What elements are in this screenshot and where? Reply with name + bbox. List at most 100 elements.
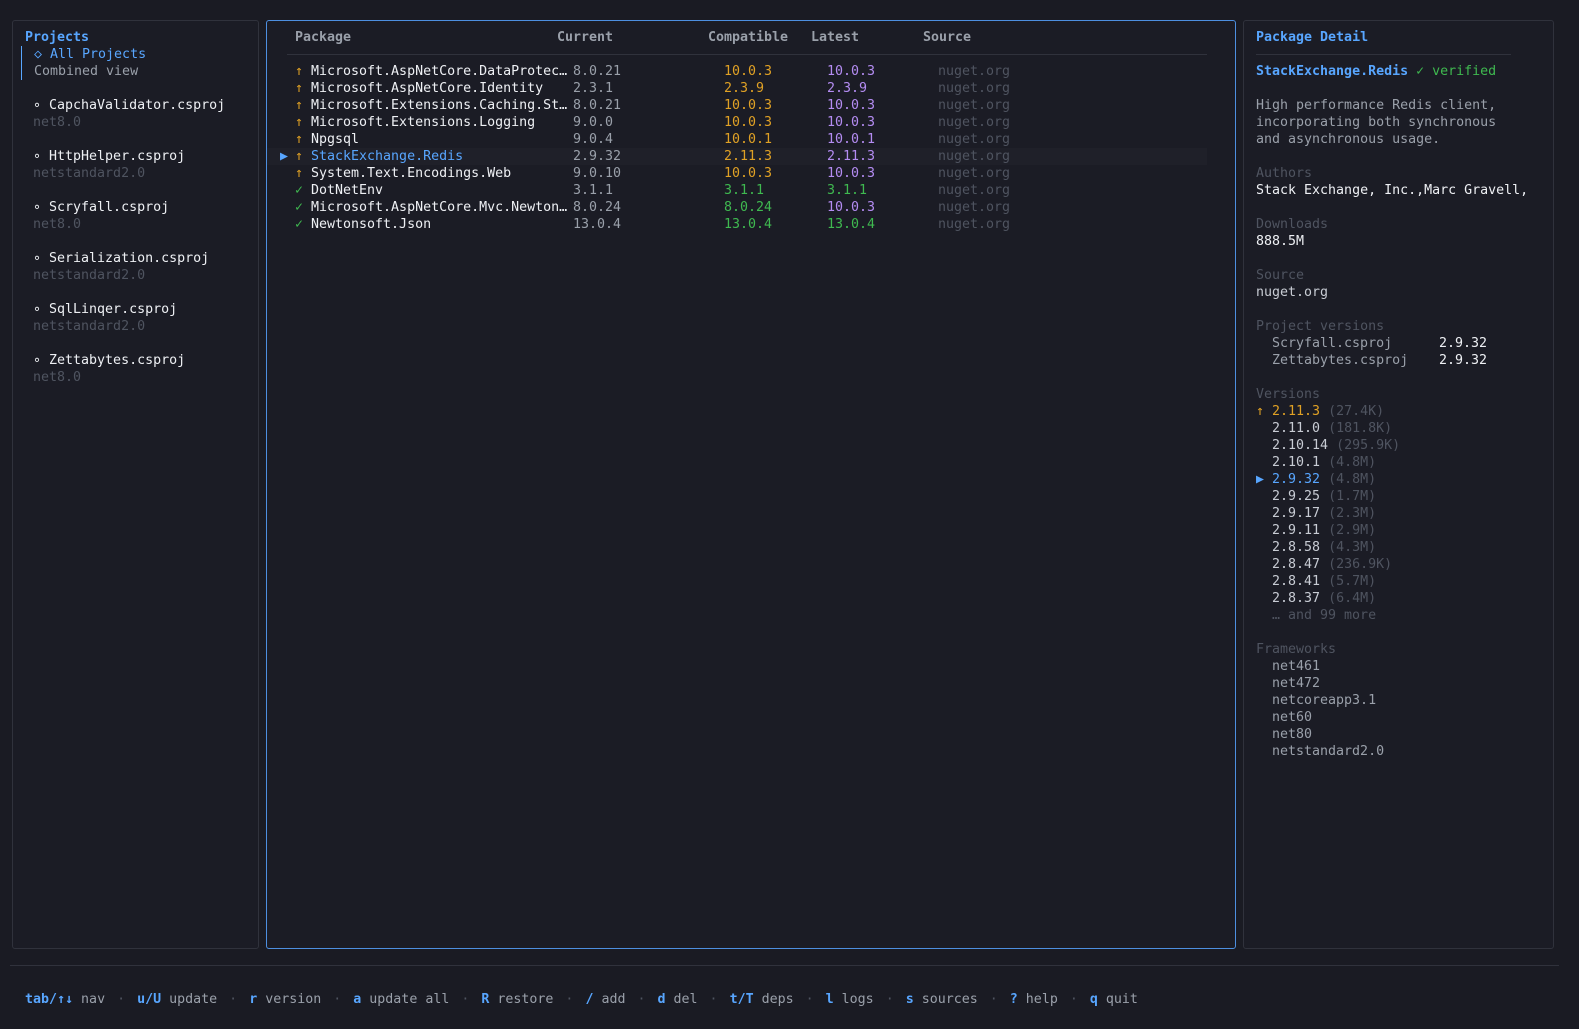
project-item[interactable]: ∘ Zettabytes.csproj net8.0 <box>25 352 258 386</box>
version-item[interactable]: 2.8.47 (236.9K) <box>1256 556 1553 573</box>
combined-view-label: Combined view <box>34 64 139 79</box>
more-versions[interactable]: … and 99 more <box>1256 607 1553 624</box>
compatible-version: 10.0.3 <box>724 115 773 130</box>
header-current[interactable]: Current <box>557 29 613 46</box>
version-downloads: (181.8K) <box>1320 421 1393 436</box>
table-row[interactable]: ✓ DotNetEnv 3.1.1 3.1.1 3.1.1 nuget.org <box>267 182 1207 199</box>
all-projects-item[interactable]: ◇ All Projects Combined view <box>21 46 258 80</box>
shortcut-key: s <box>905 992 914 1007</box>
version-item[interactable]: 2.8.41 (5.7M) <box>1256 573 1553 590</box>
version-item[interactable]: 2.10.1 (4.8M) <box>1256 454 1553 471</box>
table-row[interactable]: ✓ Newtonsoft.Json 13.0.4 13.0.4 13.0.4 nuget.… <box>267 216 1207 233</box>
arrow-up-icon: ↑ <box>295 166 304 181</box>
project-item[interactable]: ∘ HttpHelper.csproj netstandard2.0 <box>25 148 258 182</box>
version-item[interactable]: ▶ 2.9.32 (4.8M) <box>1256 471 1553 488</box>
shortcut-logs[interactable]: l logs <box>826 992 874 1007</box>
version-downloads: (295.9K) <box>1328 438 1401 453</box>
project-item[interactable]: ∘ CapchaValidator.csproj net8.0 <box>25 97 258 131</box>
package-source: nuget.org <box>938 217 1011 232</box>
source-value: nuget.org <box>1256 285 1329 300</box>
version-item[interactable]: ↑ 2.11.3 (27.4K) <box>1256 403 1553 420</box>
shortcut-version[interactable]: r version <box>249 992 321 1007</box>
project-framework: net8.0 <box>25 370 82 385</box>
version-item[interactable]: 2.9.25 (1.7M) <box>1256 488 1553 505</box>
shortcut-separator: · <box>461 992 470 1007</box>
table-row[interactable]: ↑ Microsoft.AspNetCore.DataProtec… 8.0.21 1… <box>267 63 1207 80</box>
compatible-version: 10.0.3 <box>724 166 773 181</box>
shortcut-label: restore <box>489 992 554 1007</box>
version-number: 2.8.47 <box>1272 557 1321 572</box>
shortcut-key: q <box>1089 992 1098 1007</box>
version-item[interactable]: 2.9.11 (2.9M) <box>1256 522 1553 539</box>
header-compatible[interactable]: Compatible <box>708 29 788 46</box>
versions-list: ↑ 2.11.3 (27.4K) 2.11.0 (181.8K) 2.10.14… <box>1256 403 1553 607</box>
shortcut-update-all[interactable]: a update all <box>353 992 449 1007</box>
version-number: 2.8.41 <box>1272 574 1321 589</box>
header-latest[interactable]: Latest <box>811 29 859 46</box>
project-name: Scryfall.csproj <box>1272 336 1393 351</box>
downloads-label: Downloads <box>1256 217 1329 232</box>
project-item[interactable]: ∘ SqlLinqer.csproj netstandard2.0 <box>25 301 258 335</box>
version-number: 2.8.37 <box>1272 591 1321 606</box>
shortcut-help[interactable]: ? help <box>1010 992 1058 1007</box>
marker <box>1256 574 1272 589</box>
shortcut-update[interactable]: u/U update <box>137 992 217 1007</box>
shortcut-bar: tab/↑↓ nav · u/U update · r version · a update… <box>25 991 1138 1008</box>
table-row[interactable]: ✓ Microsoft.AspNetCore.Mvc.Newton… 8.0.24 8… <box>267 199 1207 216</box>
table-row[interactable]: ↑ Microsoft.AspNetCore.Identity 2.3.1 2.3.9… <box>267 80 1207 97</box>
package-source: nuget.org <box>938 149 1011 164</box>
version-item[interactable]: 2.9.17 (2.3M) <box>1256 505 1553 522</box>
table-row[interactable]: ↑ Microsoft.Extensions.Caching.St… 8.0.21 1… <box>267 97 1207 114</box>
version-item[interactable]: 2.10.14 (295.9K) <box>1256 437 1553 454</box>
shortcut-sources[interactable]: s sources <box>906 992 978 1007</box>
project-item[interactable]: ∘ Serialization.csproj netstandard2.0 <box>25 250 258 284</box>
table-row[interactable]: ↑ Npgsql 9.0.4 10.0.1 10.0.1 nuget.org <box>267 131 1207 148</box>
shortcut-add[interactable]: / add <box>585 992 625 1007</box>
table-row[interactable]: ↑ Microsoft.Extensions.Logging 9.0.0 10.0.3… <box>267 114 1207 131</box>
package-name: Microsoft.Extensions.Caching.St… <box>311 98 568 113</box>
current-version: 8.0.24 <box>573 200 622 215</box>
header-source[interactable]: Source <box>923 29 971 46</box>
project-name: ∘ Zettabytes.csproj <box>25 353 186 368</box>
shortcut-nav[interactable]: tab/↑↓ nav <box>25 992 105 1007</box>
project-version-row: Zettabytes.csproj 2.9.32 <box>1256 352 1553 369</box>
marker <box>1256 557 1272 572</box>
shortcut-restore[interactable]: R restore <box>481 992 553 1007</box>
table-row[interactable]: ↑ System.Text.Encodings.Web 9.0.10 10.0.3 10… <box>267 165 1207 182</box>
package-source: nuget.org <box>938 115 1011 130</box>
version-item[interactable]: 2.11.0 (181.8K) <box>1256 420 1553 437</box>
authors-value: Stack Exchange, Inc.,Marc Gravell, <box>1256 183 1529 198</box>
shortcut-label: quit <box>1097 992 1138 1007</box>
package-name: Microsoft.AspNetCore.Identity <box>311 81 544 96</box>
version-item[interactable]: 2.8.37 (6.4M) <box>1256 590 1553 607</box>
project-list: ∘ CapchaValidator.csproj net8.0 ∘ HttpHe… <box>25 80 258 386</box>
version-item[interactable]: 2.8.58 (4.3M) <box>1256 539 1553 556</box>
shortcut-del[interactable]: d del <box>658 992 698 1007</box>
compatible-version: 2.3.9 <box>724 81 765 96</box>
project-framework: netstandard2.0 <box>25 268 146 283</box>
version-downloads: (2.9M) <box>1320 523 1377 538</box>
shortcut-key: ? <box>1009 992 1018 1007</box>
shortcut-quit[interactable]: q quit <box>1090 992 1138 1007</box>
description-line: High performance Redis client, <box>1256 98 1497 113</box>
shortcut-deps[interactable]: t/T deps <box>730 992 794 1007</box>
framework-item: net60 <box>1272 710 1313 725</box>
version-number: 2.8.58 <box>1272 540 1321 555</box>
package-name: Npgsql <box>311 132 360 147</box>
frameworks-list: net461 net472 netcoreapp3.1 net60 net80 netst… <box>1256 658 1553 760</box>
marker <box>1256 489 1272 504</box>
shortcut-key: l <box>825 992 834 1007</box>
arrow-up-icon: ↑ <box>295 64 304 79</box>
package-source: nuget.org <box>938 183 1011 198</box>
project-item[interactable]: ∘ Scryfall.csproj net8.0 <box>25 199 258 233</box>
latest-version: 10.0.3 <box>827 200 876 215</box>
version-downloads: (236.9K) <box>1320 557 1393 572</box>
shortcut-separator: · <box>709 992 718 1007</box>
table-row[interactable]: ▶ ↑ StackExchange.Redis 2.9.32 2.11.3 2.11.3 n… <box>267 148 1207 165</box>
package-source: nuget.org <box>938 98 1011 113</box>
version-number: 2.9.32 <box>1272 472 1321 487</box>
header-package[interactable]: Package <box>295 29 351 46</box>
shortcut-label: del <box>665 992 698 1007</box>
